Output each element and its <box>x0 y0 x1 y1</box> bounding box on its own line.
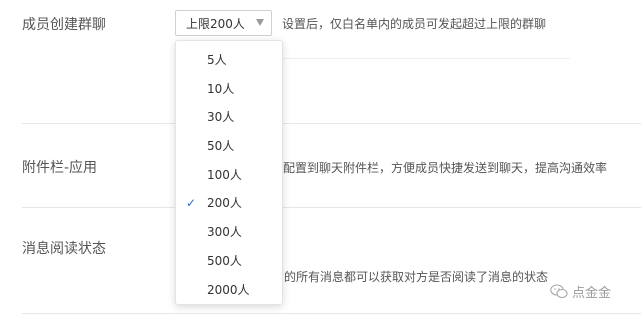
dropdown-option[interactable]: 500人 <box>176 247 282 276</box>
attachment-label: 附件栏-应用 <box>22 160 98 176</box>
attachment-description: 配置到聊天附件栏，方便成员快捷发送到聊天，提高沟通效率 <box>283 161 608 175</box>
group-limit-dropdown: 5人 10人 30人 50人 100人 ✓ 200人 300人 500人 2000… <box>175 40 283 305</box>
group-chat-label: 成员创建群聊 <box>22 17 106 33</box>
dropdown-option[interactable]: ✓ 200人 <box>176 189 282 218</box>
read-status-label: 消息阅读状态 <box>22 241 106 257</box>
dropdown-option[interactable]: 10人 <box>176 75 282 104</box>
check-icon: ✓ <box>186 196 197 211</box>
dropdown-option[interactable]: 30人 <box>176 103 282 132</box>
watermark: 点金金 <box>550 282 611 301</box>
dropdown-option[interactable]: 2000人 <box>176 276 282 305</box>
section-divider <box>22 313 641 314</box>
wechat-icon <box>550 284 568 299</box>
settings-page: 成员创建群聊 上限200人 设置后，仅白名单内的成员可发起超过上限的群聊 附件栏… <box>0 0 641 317</box>
dropdown-option[interactable]: 50人 <box>176 132 282 161</box>
group-chat-limit-select[interactable]: 上限200人 <box>175 10 272 36</box>
group-chat-description: 设置后，仅白名单内的成员可发起超过上限的群聊 <box>282 17 547 31</box>
dropdown-option[interactable]: 5人 <box>176 46 282 75</box>
read-status-description: 的所有消息都可以获取对方是否阅读了消息的状态 <box>284 270 549 284</box>
dropdown-option[interactable]: 300人 <box>176 218 282 247</box>
watermark-text: 点金金 <box>572 286 612 301</box>
group-chat-limit-value: 上限200人 <box>186 16 245 31</box>
inner-divider <box>280 58 570 59</box>
section-divider <box>22 207 641 208</box>
chevron-down-icon <box>256 19 264 26</box>
dropdown-option[interactable]: 100人 <box>176 161 282 190</box>
section-divider <box>22 123 641 124</box>
